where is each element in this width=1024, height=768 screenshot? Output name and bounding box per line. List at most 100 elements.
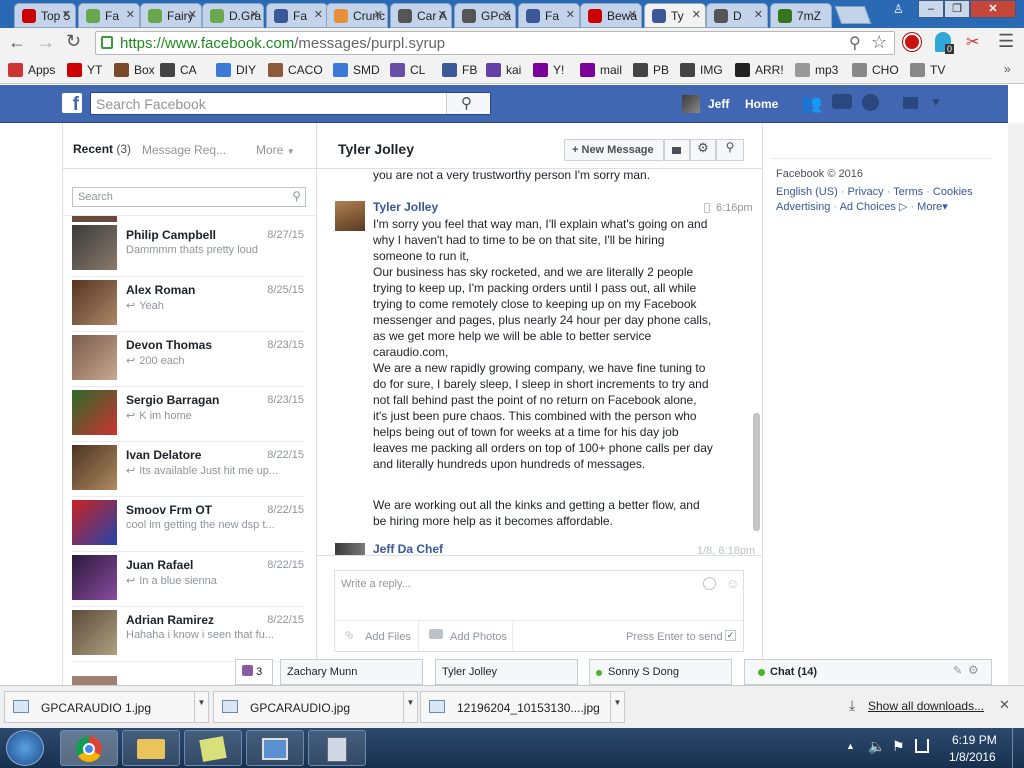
browser-tab[interactable]: Car A ✕ xyxy=(390,3,452,28)
bookmark-item[interactable]: IMG xyxy=(680,63,723,77)
messages-icon[interactable] xyxy=(832,94,852,109)
chat-overflow-tab[interactable]: 3 xyxy=(235,659,273,685)
download-menu-icon[interactable]: ▼ xyxy=(403,692,417,722)
close-tab-icon[interactable]: ✕ xyxy=(438,8,447,21)
bookmark-item[interactable]: YT xyxy=(67,63,102,77)
page-scrollbar-track[interactable] xyxy=(1008,123,1024,685)
close-tab-icon[interactable]: ✕ xyxy=(250,8,259,21)
conversation-item[interactable]: Adrian Ramirez 8/22/15 Hahaha i know i see… xyxy=(72,607,304,662)
bookmark-item[interactable]: CL xyxy=(390,63,425,77)
browser-tab[interactable]: Ty ✕ xyxy=(644,3,706,28)
browser-tab[interactable]: Crunc ✕ xyxy=(326,3,388,28)
bookmark-item[interactable]: SMD xyxy=(333,63,380,77)
facebook-logo-icon[interactable]: f xyxy=(62,93,82,113)
compose-icon[interactable]: ✎ xyxy=(953,664,962,677)
browser-tab[interactable]: D.Gra ✕ xyxy=(202,3,264,28)
close-tab-icon[interactable]: ✕ xyxy=(502,8,511,21)
recent-tab[interactable]: Recent (3) xyxy=(73,142,131,156)
facebook-search[interactable]: Search Facebook ⚲ xyxy=(90,92,491,115)
browser-tab[interactable]: Top 5 ✕ xyxy=(14,3,76,28)
bookmark-item[interactable]: TV xyxy=(910,63,945,77)
browser-tab[interactable]: Fa ✕ xyxy=(78,3,140,28)
download-item[interactable]: GPCARAUDIO.jpg ▼ xyxy=(213,691,418,723)
bookmark-item[interactable]: Box xyxy=(114,63,155,77)
footer-link[interactable]: Advertising xyxy=(776,201,830,213)
message-sender[interactable]: Tyler Jolley xyxy=(373,200,438,214)
tools-icon[interactable]: ✂ xyxy=(966,32,979,52)
close-window-button[interactable]: ✕ xyxy=(970,0,1016,18)
taskbar-chrome[interactable] xyxy=(60,730,118,766)
star-icon[interactable]: ☆ xyxy=(871,32,887,53)
flag-icon[interactable]: ⚑ xyxy=(892,738,905,755)
close-tab-icon[interactable]: ✕ xyxy=(754,8,763,21)
chat-tab[interactable]: Tyler Jolley xyxy=(435,659,578,685)
settings-button[interactable]: ⚙ xyxy=(690,139,716,161)
conversation-item[interactable]: Juan Rafael 8/22/15 ↩ In a blue sienna xyxy=(72,552,304,607)
volume-icon[interactable]: 🔈 xyxy=(868,738,885,755)
account-menu-icon[interactable]: ▼ xyxy=(930,95,942,109)
forward-icon[interactable]: → xyxy=(37,32,55,53)
conversation-item[interactable]: Smoov Frm OT 8/22/15 cool im getting the n… xyxy=(72,497,304,552)
footer-link[interactable]: Cookies xyxy=(933,186,973,198)
start-button[interactable] xyxy=(6,730,44,766)
network-icon[interactable] xyxy=(915,739,929,753)
close-tab-icon[interactable]: ✕ xyxy=(374,8,383,21)
profile-icon[interactable]: ♙ xyxy=(893,2,913,18)
download-item[interactable]: 12196204_10153130....jpg ▼ xyxy=(420,691,625,723)
bookmark-item[interactable]: CHO xyxy=(852,63,899,77)
conversation-item[interactable]: Alex Roman 8/25/15 ↩ Yeah xyxy=(72,277,304,332)
conversation-item[interactable]: Sergio Barragan 8/23/15 ↩ K im home xyxy=(72,387,304,442)
message-requests-tab[interactable]: Message Req... xyxy=(142,143,226,157)
close-tab-icon[interactable]: ✕ xyxy=(692,8,701,21)
browser-tab[interactable]: D ✕ xyxy=(706,3,768,28)
thread-search-button[interactable]: ⚲ xyxy=(716,139,744,161)
browser-tab[interactable]: Fa ✕ xyxy=(266,3,328,28)
new-tab-button[interactable] xyxy=(834,6,872,24)
download-menu-icon[interactable]: ▼ xyxy=(610,692,624,722)
home-link[interactable]: Home xyxy=(745,97,778,111)
more-dropdown[interactable]: More ▼ xyxy=(256,143,295,157)
close-tab-icon[interactable]: ✕ xyxy=(566,8,575,21)
close-downloads-icon[interactable]: ✕ xyxy=(999,697,1010,713)
bookmarks-overflow-icon[interactable]: » xyxy=(1004,62,1011,76)
conversation-item[interactable]: Ivan Delatore 8/22/15 ↩ Its available Just … xyxy=(72,442,304,497)
footer-link[interactable]: Privacy xyxy=(848,186,884,198)
chat-tab[interactable]: Zachary Munn xyxy=(280,659,423,685)
facebook-search-input[interactable]: Search Facebook xyxy=(96,96,206,112)
add-photos-button[interactable]: Add Photos xyxy=(419,621,513,651)
reply-input[interactable]: Write a reply... xyxy=(341,578,411,590)
bookmark-item[interactable]: PB xyxy=(633,63,669,77)
bookmark-item[interactable]: ARR! xyxy=(735,63,784,77)
new-message-button[interactable]: + New Message xyxy=(564,139,664,161)
footer-link[interactable]: Ad Choices xyxy=(840,201,896,213)
taskbar-calculator[interactable] xyxy=(308,730,366,766)
privacy-shortcuts-icon[interactable] xyxy=(903,97,918,109)
press-enter-checkbox[interactable]: ✓ xyxy=(725,630,736,641)
clock-date[interactable]: 1/8/2016 xyxy=(949,750,996,764)
tray-overflow-icon[interactable]: ▲ xyxy=(846,741,855,751)
conversation-search-input[interactable]: Search xyxy=(78,191,113,203)
friend-requests-icon[interactable]: 👥 xyxy=(801,94,822,114)
browser-tab[interactable]: GPca ✕ xyxy=(454,3,516,28)
notifications-icon[interactable] xyxy=(862,94,879,111)
bookmark-item[interactable]: DIY xyxy=(216,63,256,77)
footer-link[interactable]: English (US) xyxy=(776,186,838,198)
emoji-icon[interactable]: ☺ xyxy=(726,576,739,591)
profile-link[interactable]: Jeff xyxy=(708,97,729,111)
bookmark-item[interactable]: CA xyxy=(160,63,197,77)
browser-tab[interactable]: Fairy ✕ xyxy=(140,3,202,28)
close-tab-icon[interactable]: ✕ xyxy=(126,8,135,21)
browser-tab[interactable]: Fa ✕ xyxy=(518,3,580,28)
show-desktop-button[interactable] xyxy=(1012,728,1024,768)
conversation-search[interactable]: Search ⚲ xyxy=(72,187,306,207)
browser-tab[interactable]: 7mZ xyxy=(770,3,832,28)
conversation-item[interactable]: Devon Thomas 8/23/15 ↩ 200 each xyxy=(72,332,304,387)
bookmark-item[interactable]: mp3 xyxy=(795,63,838,77)
video-call-button[interactable] xyxy=(664,139,690,161)
close-tab-icon[interactable]: ✕ xyxy=(628,8,637,21)
avatar[interactable] xyxy=(682,95,700,113)
bookmark-item[interactable]: mail xyxy=(580,63,622,77)
message-sender[interactable]: Jeff Da Chef xyxy=(373,542,443,555)
bookmark-item[interactable]: Apps xyxy=(8,63,55,77)
address-bar[interactable]: https://www.facebook.com/messages/purpl.… xyxy=(95,31,895,55)
